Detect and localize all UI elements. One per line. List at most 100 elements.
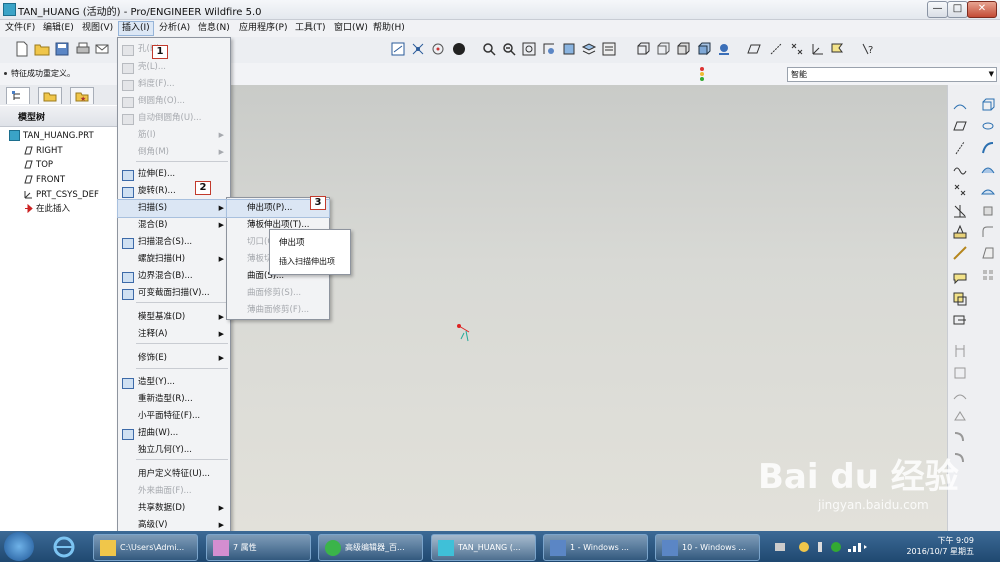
insert-menu-item[interactable]: 独立几何(Y)... [118, 442, 230, 459]
orient-mode-icon[interactable] [430, 41, 446, 57]
taskbar-proe[interactable]: TAN_HUANG (... [431, 534, 536, 561]
sketch-curve-icon[interactable] [952, 161, 968, 177]
start-button[interactable] [4, 532, 34, 561]
menu-tools[interactable]: 工具(T) [292, 22, 329, 35]
insert-menu-item[interactable]: 重新造型(R)... [118, 391, 230, 408]
insert-menu-item[interactable]: 螺旋扫描(H) ▶ [118, 251, 230, 268]
hole-feature-icon[interactable] [980, 203, 996, 219]
offset-icon[interactable] [952, 387, 968, 403]
extrude-feature-icon[interactable] [980, 97, 996, 113]
tree-item-csys[interactable]: PRT_CSYS_DEF [24, 188, 99, 202]
datum-csys-icon[interactable] [810, 41, 826, 57]
copy-geometry-icon[interactable] [952, 291, 968, 307]
insert-menu-item[interactable]: 拉伸(E)... [118, 166, 230, 183]
tab-folder-browser[interactable] [38, 87, 62, 104]
context-help-icon[interactable]: ? [860, 41, 876, 57]
taskbar-properties[interactable]: 7 属性 [206, 534, 311, 561]
datum-plane-display-icon[interactable] [952, 97, 968, 113]
system-tray[interactable] [774, 540, 870, 554]
insert-menu-item[interactable]: 共享数据(D) ▶ [118, 500, 230, 517]
trim-icon[interactable] [952, 343, 968, 359]
new-file-icon[interactable] [14, 41, 30, 57]
layers-icon[interactable] [581, 41, 597, 57]
shading-icon[interactable] [696, 41, 712, 57]
analysis-icon[interactable] [952, 245, 968, 261]
minimize-button[interactable]: — [927, 1, 948, 18]
zoom-in-icon[interactable] [481, 41, 497, 57]
extend-icon[interactable] [952, 365, 968, 381]
taskbar-editor[interactable]: 高级编辑器_百... [318, 534, 423, 561]
view-manager-icon[interactable] [601, 41, 617, 57]
insert-menu-item[interactable]: 用户定义特征(U)... [118, 466, 230, 483]
annotation-icon[interactable] [830, 41, 846, 57]
save-icon[interactable] [54, 41, 70, 57]
menu-help[interactable]: 帮助(H) [370, 22, 408, 35]
tree-item-top[interactable]: TOP [24, 158, 53, 172]
insert-menu-item[interactable]: 扭曲(W)... [118, 425, 230, 442]
insert-menu-item[interactable]: 旋转(R)... [118, 183, 230, 200]
refit-icon[interactable] [521, 41, 537, 57]
model-tree-toggle-icon[interactable] [716, 41, 732, 57]
insert-menu-item[interactable]: 小平面特征(F)... [118, 408, 230, 425]
menu-analysis[interactable]: 分析(A) [156, 22, 193, 35]
insert-menu-item[interactable]: 扫描混合(S)... [118, 234, 230, 251]
point-icon[interactable] [952, 182, 968, 198]
tree-item-right[interactable]: RIGHT [24, 144, 63, 158]
boundary-blend-feature-icon[interactable] [980, 182, 996, 198]
taskbar-windows-1[interactable]: 1 - Windows ... [543, 534, 648, 561]
csys-tool-icon[interactable] [952, 203, 968, 219]
sketch-icon[interactable] [952, 224, 968, 240]
note-icon[interactable] [952, 270, 968, 286]
spin-center-icon[interactable] [410, 41, 426, 57]
insert-menu-item[interactable]: 造型(Y)... [118, 374, 230, 391]
open-folder-icon[interactable] [34, 41, 50, 57]
no-hidden-icon[interactable] [675, 41, 691, 57]
insert-menu-item[interactable]: 注释(A) ▶ [118, 326, 230, 343]
maximize-button[interactable]: □ [947, 1, 968, 18]
menu-edit[interactable]: 编辑(E) [40, 22, 77, 35]
menu-applications[interactable]: 应用程序(P) [236, 22, 290, 35]
merge-icon[interactable] [952, 312, 968, 328]
tree-item-front[interactable]: FRONT [24, 173, 65, 187]
tab-model-tree[interactable] [6, 87, 30, 104]
taskbar-explorer[interactable]: C:\Users\Admi... [93, 534, 198, 561]
insert-menu-item[interactable]: 扫描(S) ▶ [117, 199, 231, 218]
menu-window[interactable]: 窗口(W) [331, 22, 371, 35]
tab-favorites[interactable]: ★ [70, 87, 94, 104]
taskbar-windows-10[interactable]: 10 - Windows ... [655, 534, 760, 561]
datum-axis-icon[interactable] [768, 41, 784, 57]
round-feature-icon[interactable] [980, 224, 996, 240]
send-mail-icon[interactable] [94, 41, 110, 57]
menu-info[interactable]: 信息(N) [195, 22, 233, 35]
axis-icon[interactable] [952, 140, 968, 156]
insert-menu-item[interactable]: 修饰(E) ▶ [118, 350, 230, 367]
datum-plane-icon[interactable] [746, 41, 762, 57]
blend-feature-icon[interactable] [980, 161, 996, 177]
sweep-feature-icon[interactable] [980, 140, 996, 156]
print-icon[interactable] [75, 41, 91, 57]
pattern-icon[interactable] [980, 267, 996, 283]
menu-view[interactable]: 视图(V) [79, 22, 116, 35]
plane-icon[interactable] [952, 118, 968, 134]
thicken-icon[interactable] [952, 408, 968, 424]
repaint-icon[interactable] [390, 41, 406, 57]
insert-menu-item[interactable]: 边界混合(B)... [118, 268, 230, 285]
menu-file[interactable]: 文件(F) [2, 22, 38, 35]
system-clock[interactable]: 下午 9:09 2016/10/7 星期五 [906, 535, 974, 557]
insert-menu-item[interactable]: 可变截面扫描(V)... [118, 285, 230, 302]
reorient-icon[interactable] [541, 41, 557, 57]
revolve-feature-icon[interactable] [980, 118, 996, 134]
close-button[interactable]: ✕ [967, 1, 997, 18]
datum-point-icon[interactable] [789, 41, 805, 57]
ie-icon[interactable] [52, 535, 76, 559]
draft-feature-icon[interactable] [980, 245, 996, 261]
tree-item-insert-here[interactable]: 在此插入 [24, 202, 70, 216]
menu-insert[interactable]: 插入(I) [118, 21, 154, 36]
selection-filter-dropdown[interactable]: 智能 ▼ [787, 67, 997, 82]
insert-menu-item[interactable]: 混合(B) ▶ [118, 217, 230, 234]
wireframe-icon[interactable] [635, 41, 651, 57]
tree-item-part[interactable]: TAN_HUANG.PRT [9, 129, 94, 143]
hidden-line-icon[interactable] [655, 41, 671, 57]
appearance-icon[interactable] [451, 41, 467, 57]
solidify-icon[interactable] [952, 429, 968, 445]
